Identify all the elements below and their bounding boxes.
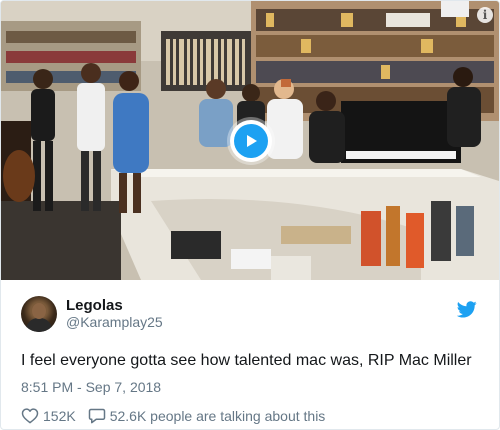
play-button-circle — [234, 124, 268, 158]
twitter-bird-icon[interactable] — [457, 301, 477, 318]
play-button[interactable] — [230, 120, 272, 162]
like-action[interactable]: 152K — [21, 407, 76, 424]
info-icon[interactable]: i — [477, 7, 493, 23]
like-count: 152K — [43, 407, 76, 424]
talking-count: 52.6K people are talking about this — [109, 407, 326, 424]
info-glyph: i — [482, 8, 488, 22]
video-thumbnail[interactable]: i — [1, 1, 499, 280]
user-handle[interactable]: @Karamplay25 — [66, 314, 163, 331]
tweet-card[interactable]: i Legolas @Karamplay25 I feel everyone g… — [0, 0, 500, 430]
play-icon — [247, 135, 257, 147]
conversation-action[interactable]: 52.6K people are talking about this — [88, 407, 326, 424]
tweet-header: Legolas @Karamplay25 — [21, 296, 479, 332]
tweet-actions: 152K 52.6K people are talking about this — [21, 407, 479, 424]
tweet-timestamp[interactable]: 8:51 PM - Sep 7, 2018 — [21, 379, 479, 395]
display-name[interactable]: Legolas — [66, 297, 163, 314]
tweet-text: I feel everyone gotta see how talented m… — [21, 352, 472, 369]
avatar[interactable] — [21, 296, 57, 332]
speech-bubble-icon — [88, 408, 105, 424]
heart-icon — [21, 408, 39, 424]
tweet-body: Legolas @Karamplay25 I feel everyone got… — [1, 296, 499, 424]
author-names[interactable]: Legolas @Karamplay25 — [66, 297, 163, 331]
